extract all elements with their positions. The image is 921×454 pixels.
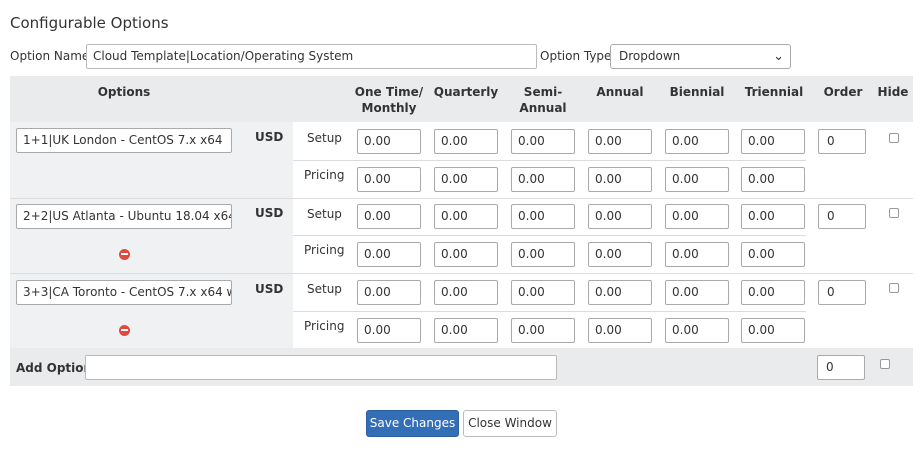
setup-semiannual-input[interactable]: 0.00 [511,204,575,229]
setup-label: Setup [307,131,342,145]
currency-cell: USD [238,122,293,198]
remove-circle-icon[interactable] [119,325,130,336]
table-header: Options One Time/ Monthly Quarterly Semi… [10,76,913,122]
option-name-field[interactable]: 2+2|US Atlanta - Ubuntu 18.04 x64 LTS [16,204,232,229]
setup-semiannual-input[interactable]: 0.00 [511,280,575,305]
page-title: Configurable Options [10,14,169,32]
setup-label: Setup [307,207,342,221]
hide-checkbox[interactable] [889,208,899,218]
option-name-field[interactable]: 3+3|CA Toronto - CentOS 7.x x64 w/cPanel [16,280,232,305]
setup-biennial-input[interactable]: 0.00 [665,280,729,305]
pricing-label: Pricing [304,243,345,257]
pricing-triennial-input[interactable]: 0.00 [741,318,805,343]
header-triennial: Triennial [744,85,804,99]
currency-label: USD [255,130,284,144]
header-semiannual-line1: Semi- [523,85,563,99]
header-options: Options [97,85,151,99]
option-type-value: Dropdown [619,49,681,63]
setup-triennial-input[interactable]: 0.00 [741,129,805,154]
option-name-label: Option Name: [10,49,94,63]
hide-checkbox[interactable] [889,133,899,143]
order-input[interactable]: 0 [818,129,866,154]
setup-biennial-input[interactable]: 0.00 [665,129,729,154]
header-annual: Annual [596,85,644,99]
header-onetime-monthly: One Time/ Monthly [354,84,424,116]
pricing-label: Pricing [304,319,345,333]
add-option-input[interactable] [85,355,557,380]
row-divider [293,235,806,236]
order-input[interactable]: 0 [818,280,866,305]
setup-quarterly-input[interactable]: 0.00 [434,204,498,229]
setup-label: Setup [307,282,342,296]
close-window-button[interactable]: Close Window [463,410,557,437]
pricing-triennial-input[interactable]: 0.00 [741,242,805,267]
pricing-biennial-input[interactable]: 0.00 [665,167,729,192]
header-quarterly: Quarterly [433,85,499,99]
option-type-label: Option Type: [540,49,616,63]
header-order: Order [823,85,863,99]
currency-label: USD [255,282,284,296]
pricing-monthly-input[interactable]: 0.00 [357,318,421,343]
pricing-biennial-input[interactable]: 0.00 [665,318,729,343]
remove-circle-icon[interactable] [119,249,130,260]
chevron-down-icon: ⌄ [773,49,784,64]
option-name-field[interactable]: 1+1|UK London - CentOS 7.x x64 [16,128,232,153]
row-divider [293,160,806,161]
add-option-order-input[interactable]: 0 [817,355,865,380]
setup-annual-input[interactable]: 0.00 [588,204,652,229]
order-input[interactable]: 0 [818,204,866,229]
pricing-biennial-input[interactable]: 0.00 [665,242,729,267]
pricing-semiannual-input[interactable]: 0.00 [511,318,575,343]
header-onetime-line1: One Time/ [354,85,424,99]
setup-semiannual-input[interactable]: 0.00 [511,129,575,154]
header-semiannual: Semi- Annual [508,84,578,116]
setup-annual-input[interactable]: 0.00 [588,280,652,305]
add-option-row: Add Option: 0 [10,348,913,386]
hide-checkbox[interactable] [889,283,899,293]
option-name-input[interactable]: Cloud Template|Location/Operating System [86,44,537,69]
pricing-quarterly-input[interactable]: 0.00 [434,242,498,267]
currency-label: USD [255,206,284,220]
currency-cell: USD [238,274,293,348]
pricing-quarterly-input[interactable]: 0.00 [434,318,498,343]
setup-triennial-input[interactable]: 0.00 [741,204,805,229]
row-divider [293,311,806,312]
setup-monthly-input[interactable]: 0.00 [357,204,421,229]
pricing-annual-input[interactable]: 0.00 [588,318,652,343]
header-semiannual-line2: Annual [519,101,567,115]
option-row-1-name-cell: 1+1|UK London - CentOS 7.x x64 [10,122,238,198]
pricing-monthly-input[interactable]: 0.00 [357,167,421,192]
pricing-annual-input[interactable]: 0.00 [588,167,652,192]
pricing-label: Pricing [304,168,345,182]
save-changes-button[interactable]: Save Changes [366,410,459,437]
pricing-semiannual-input[interactable]: 0.00 [511,242,575,267]
setup-annual-input[interactable]: 0.00 [588,129,652,154]
header-onetime-line2: Monthly [361,101,417,115]
header-biennial: Biennial [669,85,725,99]
setup-monthly-input[interactable]: 0.00 [357,280,421,305]
options-table: Options One Time/ Monthly Quarterly Semi… [10,76,913,386]
setup-quarterly-input[interactable]: 0.00 [434,129,498,154]
header-hide: Hide [877,85,909,99]
pricing-semiannual-input[interactable]: 0.00 [511,167,575,192]
pricing-triennial-input[interactable]: 0.00 [741,167,805,192]
option-row-3-name-cell: 3+3|CA Toronto - CentOS 7.x x64 w/cPanel [10,274,238,348]
currency-cell: USD [238,199,293,273]
pricing-quarterly-input[interactable]: 0.00 [434,167,498,192]
option-type-select[interactable]: Dropdown ⌄ [610,44,791,69]
setup-triennial-input[interactable]: 0.00 [741,280,805,305]
pricing-annual-input[interactable]: 0.00 [588,242,652,267]
setup-quarterly-input[interactable]: 0.00 [434,280,498,305]
setup-biennial-input[interactable]: 0.00 [665,204,729,229]
setup-monthly-input[interactable]: 0.00 [357,129,421,154]
add-option-hide-checkbox[interactable] [880,359,890,369]
option-row-2-name-cell: 2+2|US Atlanta - Ubuntu 18.04 x64 LTS [10,199,238,273]
pricing-monthly-input[interactable]: 0.00 [357,242,421,267]
option-header-row: Option Name: Cloud Template|Location/Ope… [10,44,910,69]
